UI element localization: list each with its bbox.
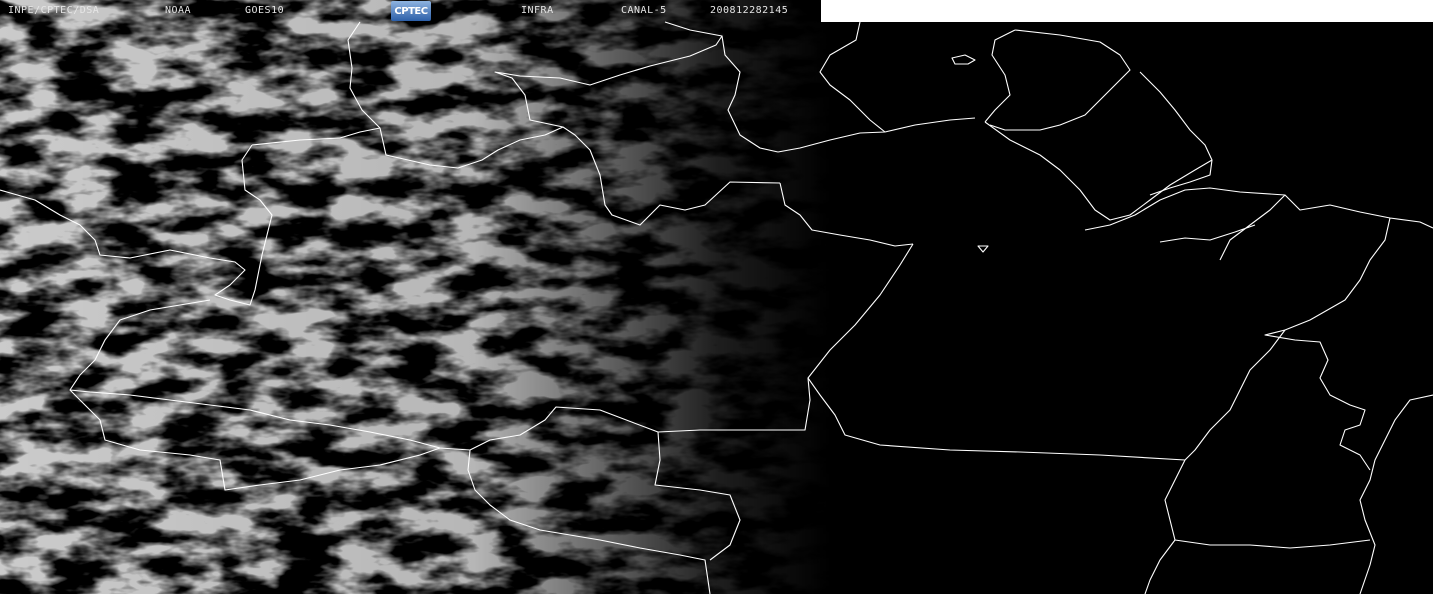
cptec-logo-text: CPTEC: [394, 5, 428, 17]
cptec-logo: CPTEC: [391, 1, 431, 21]
header-band: INFRA: [521, 5, 554, 16]
header-agency: NOAA: [165, 5, 192, 16]
blank-header-strip: [821, 0, 1433, 22]
header-channel: CANAL-5: [621, 5, 667, 16]
satellite-map: [0, 0, 1433, 594]
header-timestamp: 200812282145: [710, 5, 789, 16]
header-satellite: GOES10: [245, 5, 285, 16]
cloud-cover: [0, 0, 1433, 594]
header-organization: INPE/CPTEC/DSA: [8, 5, 100, 16]
